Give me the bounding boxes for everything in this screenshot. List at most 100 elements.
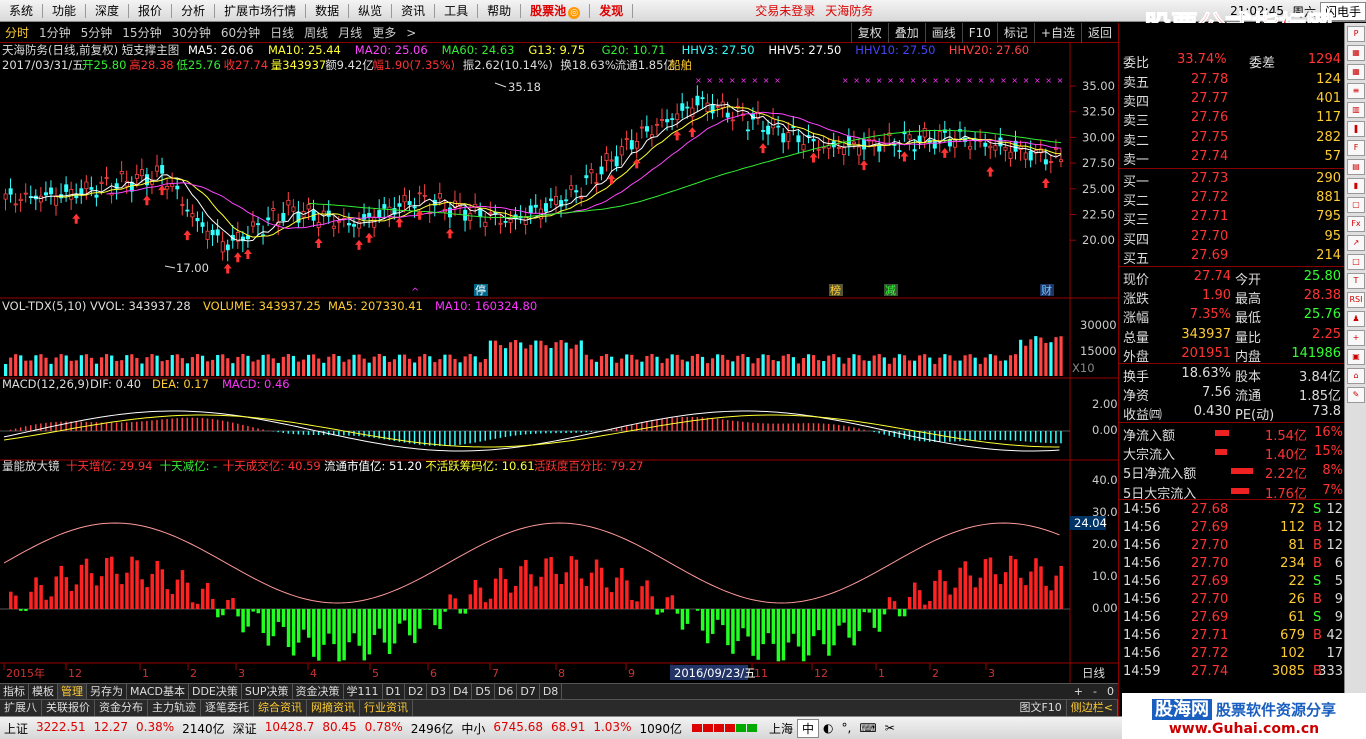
toolbar-rsi-icon[interactable]: RSI bbox=[1347, 292, 1365, 308]
ime-moon-icon[interactable]: ◐ bbox=[819, 721, 837, 735]
back-button[interactable]: 返回 bbox=[1080, 23, 1118, 43]
add-watchlist-button[interactable]: +自选 bbox=[1033, 23, 1081, 43]
tab-save-as[interactable]: 另存为 bbox=[87, 684, 127, 699]
menu-item-extended-market[interactable]: 扩展市场行情 bbox=[215, 0, 305, 22]
ime-tool-icon[interactable]: ✂ bbox=[881, 721, 899, 735]
buy-order-row[interactable]: 买四 27.70 95 bbox=[1119, 228, 1345, 248]
toolbar-window-icon[interactable]: ▢ bbox=[1347, 197, 1365, 213]
sell-order-row[interactable]: 卖三 27.76 117 bbox=[1119, 109, 1345, 129]
toolbar-plus-icon[interactable]: + bbox=[1347, 330, 1365, 346]
tab-fund-decision[interactable]: 资金决策 bbox=[293, 684, 344, 699]
buy-order-row[interactable]: 买二 27.72 881 bbox=[1119, 189, 1345, 209]
stock-pool-button[interactable]: 股票池 ◎ bbox=[521, 0, 589, 22]
menu-item-news[interactable]: 资讯 bbox=[392, 0, 434, 22]
toolbar-box-icon[interactable]: □ bbox=[1347, 254, 1365, 270]
tab-period-15min[interactable]: 15分钟 bbox=[117, 23, 166, 43]
tab-d8[interactable]: D8 bbox=[540, 684, 563, 699]
toolbar-grid-icon[interactable]: ▦ bbox=[1347, 45, 1365, 61]
mark-button[interactable]: 标记 bbox=[996, 23, 1034, 43]
tab-d6[interactable]: D6 bbox=[495, 684, 518, 699]
menu-item-analysis[interactable]: 分析 bbox=[172, 0, 214, 22]
toolbar-house-icon[interactable]: ⌂ bbox=[1347, 368, 1365, 384]
zoom-reset-button[interactable]: 0 bbox=[1107, 684, 1114, 699]
toolbar-fx-icon[interactable]: Fx bbox=[1347, 216, 1365, 232]
zoom-in-button[interactable]: + bbox=[1074, 684, 1083, 699]
tab-main-track[interactable]: 主力轨迹 bbox=[148, 700, 201, 716]
overlay-button[interactable]: 叠加 bbox=[887, 23, 925, 43]
draw-line-button[interactable]: 画线 bbox=[924, 23, 962, 43]
menu-item-overview[interactable]: 纵览 bbox=[349, 0, 391, 22]
discover-button[interactable]: 发现 bbox=[590, 0, 632, 22]
tab-d3[interactable]: D3 bbox=[427, 684, 450, 699]
zoom-out-button[interactable]: - bbox=[1093, 684, 1097, 699]
tab-period-daily[interactable]: 日线 bbox=[265, 23, 299, 43]
tab-dde-decision[interactable]: DDE决策 bbox=[189, 684, 242, 699]
menu-item-tools[interactable]: 工具 bbox=[435, 0, 477, 22]
toolbar-grid2-icon[interactable]: ▦ bbox=[1347, 64, 1365, 80]
tab-macd-basic[interactable]: MACD基本 bbox=[127, 684, 189, 699]
login-status[interactable]: 交易未登录 bbox=[755, 2, 815, 19]
tab-sup-decision[interactable]: SUP决策 bbox=[242, 684, 293, 699]
tab-period-5min[interactable]: 5分钟 bbox=[76, 23, 118, 43]
tab-d7[interactable]: D7 bbox=[517, 684, 540, 699]
buy-order-row[interactable]: 买一 27.73 290 bbox=[1119, 170, 1345, 190]
sell-order-row[interactable]: 卖五 27.78 124 bbox=[1119, 71, 1345, 91]
tab-digest-news[interactable]: 网摘资讯 bbox=[307, 700, 360, 716]
ime-indicator[interactable]: 中 bbox=[797, 718, 820, 738]
buy-order-row[interactable]: 买五 27.69 214 bbox=[1119, 247, 1345, 267]
restore-rights-button[interactable]: 复权 bbox=[850, 23, 888, 43]
tab-period-more[interactable]: 更多 bbox=[367, 23, 401, 43]
tab-d2[interactable]: D2 bbox=[405, 684, 428, 699]
tab-order-by-order[interactable]: 逐笔委托 bbox=[201, 700, 254, 716]
toolbar-table-icon[interactable]: ▤ bbox=[1347, 159, 1365, 175]
chevron-right-icon[interactable]: > bbox=[401, 23, 421, 43]
tab-graphic-f10[interactable]: 图文F10 bbox=[1015, 700, 1067, 716]
ime-punct-icon[interactable]: °, bbox=[838, 721, 856, 735]
toolbar-person-icon[interactable]: ♟ bbox=[1347, 311, 1365, 327]
tab-period-1min[interactable]: 1分钟 bbox=[34, 23, 76, 43]
tab-period-60min[interactable]: 60分钟 bbox=[216, 23, 265, 43]
ime-keyboard-icon[interactable]: ⌨ bbox=[855, 721, 880, 735]
toolbar-f-icon[interactable]: F bbox=[1347, 140, 1365, 156]
status-shanghai[interactable]: 上海 bbox=[765, 720, 797, 737]
menu-item-function[interactable]: 功能 bbox=[43, 0, 85, 22]
f10-button[interactable]: F10 bbox=[961, 23, 997, 43]
menu-item-help[interactable]: 帮助 bbox=[478, 0, 520, 22]
tab-industry-news[interactable]: 行业资讯 bbox=[360, 700, 413, 716]
sell-order-row[interactable]: 卖一 27.74 57 bbox=[1119, 148, 1345, 168]
sidebar-toggle-button[interactable]: 侧边栏< bbox=[1067, 700, 1118, 716]
tab-d4[interactable]: D4 bbox=[450, 684, 473, 699]
toolbar-bars-icon[interactable]: ▮ bbox=[1347, 178, 1365, 194]
tab-template[interactable]: 模板 bbox=[29, 684, 58, 699]
toolbar-candle-icon[interactable]: ❚ bbox=[1347, 121, 1365, 137]
toolbar-trend-icon[interactable]: ↗ bbox=[1347, 235, 1365, 251]
menu-item-data[interactable]: 数据 bbox=[306, 0, 348, 22]
toolbar-text-icon[interactable]: T bbox=[1347, 273, 1365, 289]
buy-order-row[interactable]: 买三 27.71 795 bbox=[1119, 208, 1345, 228]
toolbar-tv-icon[interactable]: ▣ bbox=[1347, 349, 1365, 365]
tab-d1[interactable]: D1 bbox=[383, 684, 406, 699]
tab-manage[interactable]: 管理 bbox=[58, 684, 87, 699]
tab-expand-eight[interactable]: 扩展八 bbox=[0, 700, 42, 716]
flash-trade-button[interactable]: 闪电手 bbox=[1319, 1, 1366, 21]
tab-indicator[interactable]: 指标 bbox=[0, 684, 29, 699]
menu-item-quote[interactable]: 报价 bbox=[129, 0, 171, 22]
tab-period-30min[interactable]: 30分钟 bbox=[167, 23, 216, 43]
toolbar-list-icon[interactable]: ≡ bbox=[1347, 83, 1365, 99]
tab-period-timeshare[interactable]: 分时 bbox=[0, 23, 34, 43]
sell-order-row[interactable]: 卖二 27.75 282 bbox=[1119, 129, 1345, 149]
menu-item-system[interactable]: 系统 bbox=[0, 0, 42, 22]
tab-period-monthly[interactable]: 月线 bbox=[333, 23, 367, 43]
tab-related-quote[interactable]: 关联报价 bbox=[42, 700, 95, 716]
menu-item-depth[interactable]: 深度 bbox=[86, 0, 128, 22]
tab-period-weekly[interactable]: 周线 bbox=[299, 23, 333, 43]
toolbar-chart-icon[interactable]: ▥ bbox=[1347, 102, 1365, 118]
toolbar-note-icon[interactable]: ✎ bbox=[1347, 387, 1365, 403]
toolbar-p-icon[interactable]: P bbox=[1347, 26, 1365, 42]
sell-order-row[interactable]: 卖四 27.77 401 bbox=[1119, 90, 1345, 110]
tab-learn[interactable]: 学111 bbox=[344, 684, 383, 699]
tab-comprehensive-news[interactable]: 综合资讯 bbox=[254, 700, 307, 716]
tab-d5[interactable]: D5 bbox=[472, 684, 495, 699]
tab-fund-distribution[interactable]: 资金分布 bbox=[95, 700, 148, 716]
stock-chart[interactable]: 天海防务(日线,前复权) 短支撑主图 MA5: 26.06 MA10: 25.44… bbox=[0, 43, 1118, 683]
